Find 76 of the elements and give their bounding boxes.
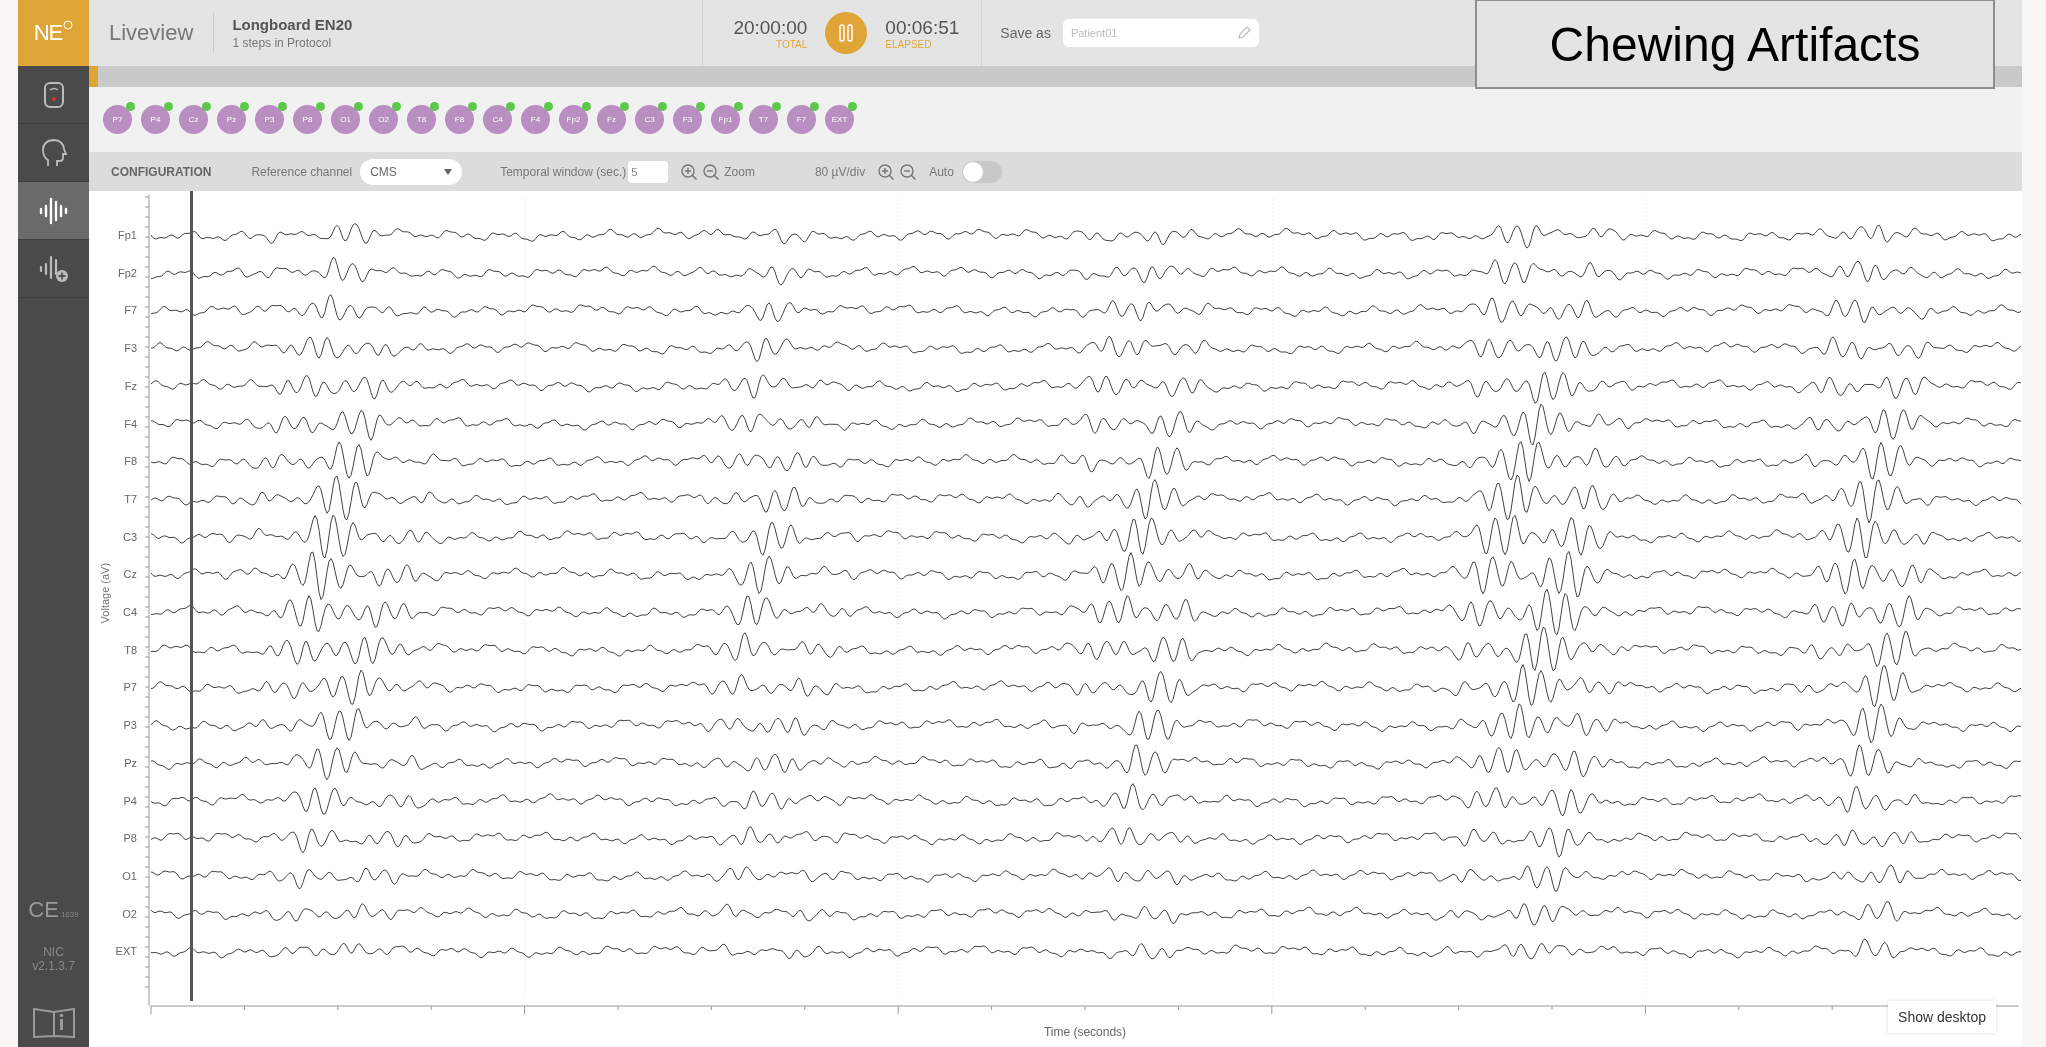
auto-label: Auto [929, 164, 954, 179]
temporal-window-label: Temporal window (sec.) [500, 164, 627, 179]
channel-label: F3 [124, 342, 137, 355]
elapsed-time: 00:06:51 [885, 16, 960, 39]
electrode-button[interactable]: O1 [331, 105, 360, 135]
channel-label: T8 [124, 643, 137, 656]
electrode-button[interactable]: F8 [445, 105, 474, 135]
electrode-button[interactable]: EXT [825, 105, 854, 135]
channel-label: F7 [124, 304, 137, 317]
channel-label: Fz [124, 379, 137, 392]
electrode-button[interactable]: P7 [103, 105, 132, 135]
sidebar-item[interactable] [18, 182, 89, 240]
electrode-button[interactable]: Cz [179, 105, 208, 135]
show-desktop-button[interactable]: Show desktop [1888, 1001, 1996, 1033]
pause-button[interactable] [825, 12, 868, 54]
head-icon [39, 137, 68, 168]
annotation-title: Chewing Artifacts [1475, 0, 1995, 89]
logo: NE [33, 20, 74, 46]
electrode-button[interactable]: P8 [293, 105, 322, 135]
save-as-label: Save as [1000, 25, 1051, 41]
reference-channel-dropdown[interactable]: CMS [360, 158, 463, 185]
total-label: TOTAL [776, 38, 808, 50]
electrode-button[interactable]: F7 [787, 105, 816, 135]
waveform-icon [37, 195, 70, 226]
scale-label: 80 µV/div [814, 164, 866, 179]
channel-label: C4 [122, 606, 137, 618]
reference-channel-label: Reference channel [251, 164, 353, 179]
channel-label: T7 [124, 492, 137, 505]
electrode-button[interactable]: T7 [749, 105, 778, 135]
channel-label: O1 [122, 869, 137, 882]
channel-label: Fp1 [118, 229, 137, 241]
channel-label: P7 [123, 681, 137, 694]
total-time: 20:00:00 [733, 16, 808, 39]
electrode-button[interactable]: P4 [141, 105, 170, 135]
protocol-steps: 1 steps in Protocol [232, 36, 703, 50]
electrode-button[interactable]: Pz [217, 105, 246, 135]
channel-label: O2 [122, 907, 137, 920]
manual-info-icon[interactable] [31, 1005, 76, 1039]
electrode-button[interactable]: P3 [255, 105, 284, 135]
zoom-label: Zoom [724, 164, 755, 179]
y-axis-label: Voltage (aV) [99, 562, 111, 624]
electrode-button[interactable]: Fp2 [559, 105, 588, 135]
ce-mark-icon: CE [28, 897, 59, 923]
electrode-button[interactable]: T8 [407, 105, 436, 135]
electrode-button[interactable]: Fp1 [711, 105, 740, 135]
channel-label: F4 [124, 417, 137, 430]
patient-name-field[interactable]: Patient01 [1062, 19, 1259, 47]
channel-label: Pz [124, 756, 137, 769]
pause-icon [838, 23, 855, 43]
caret-icon [444, 168, 453, 175]
waveform-plus-icon [37, 253, 70, 284]
channel-label: EXT [115, 945, 137, 958]
channel-label: C3 [122, 530, 137, 543]
product-name: NIC [42, 945, 65, 959]
channel-label: Cz [123, 568, 137, 581]
auto-toggle[interactable] [961, 160, 1002, 183]
channel-label: P3 [123, 719, 137, 732]
electrode-button[interactable]: C4 [483, 105, 512, 135]
protocol-name: Longboard EN20 [232, 16, 354, 33]
channel-label: Fp2 [118, 266, 137, 279]
electrode-button[interactable]: O2 [369, 105, 398, 135]
configuration-title: CONFIGURATION [111, 164, 212, 179]
electrode-button[interactable]: C3 [635, 105, 664, 135]
electrode-button[interactable]: F3 [673, 105, 702, 135]
version-label: v2.1.3.7 [32, 959, 75, 973]
pencil-icon[interactable] [1236, 26, 1251, 40]
electrode-button[interactable]: Fz [597, 105, 626, 135]
temporal-window-field[interactable]: 5 [628, 160, 669, 183]
electrode-button[interactable]: F4 [521, 105, 550, 135]
channel-label: F8 [124, 455, 137, 468]
progress-indicator [89, 66, 98, 88]
view-title: Liveview [89, 13, 215, 53]
channel-label: P4 [123, 794, 137, 807]
x-axis-label: Time (seconds) [1043, 1025, 1127, 1039]
elapsed-label: ELAPSED [885, 38, 932, 50]
channel-label: P8 [123, 832, 137, 845]
